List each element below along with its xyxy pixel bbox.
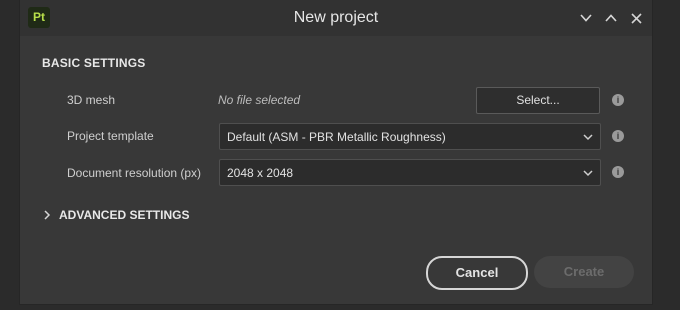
close-button[interactable] (627, 9, 645, 27)
chevron-up-icon (605, 14, 617, 22)
chevron-down-icon (583, 134, 593, 141)
info-icon[interactable]: i (612, 94, 624, 106)
select-mesh-button[interactable]: Select... (476, 87, 600, 114)
chevron-down-icon (580, 14, 592, 22)
project-template-dropdown[interactable]: Default (ASM - PBR Metallic Roughness) (219, 123, 601, 150)
template-label: Project template (67, 129, 154, 143)
cancel-button[interactable]: Cancel (426, 256, 528, 290)
new-project-dialog: Pt New project BASIC SETTINGS 3D mesh No… (20, 0, 652, 304)
info-icon[interactable]: i (612, 166, 624, 178)
project-template-value: Default (ASM - PBR Metallic Roughness) (227, 130, 446, 144)
document-resolution-value: 2048 x 2048 (227, 166, 294, 180)
basic-settings-heading: BASIC SETTINGS (42, 56, 146, 70)
advanced-settings-heading: ADVANCED SETTINGS (59, 208, 190, 222)
title-bar: Pt New project (20, 0, 652, 36)
document-resolution-dropdown[interactable]: 2048 x 2048 (219, 159, 601, 186)
mesh-file-status: No file selected (218, 93, 301, 107)
chevron-down-icon (583, 170, 593, 177)
close-icon (630, 12, 642, 24)
collapse-button[interactable] (577, 9, 595, 27)
resolution-label: Document resolution (px) (67, 166, 202, 180)
expand-button[interactable] (602, 9, 620, 27)
chevron-right-icon (44, 210, 51, 220)
mesh-label: 3D mesh (67, 93, 116, 107)
create-button[interactable]: Create (534, 256, 634, 288)
dialog-title: New project (293, 9, 379, 26)
info-icon[interactable]: i (612, 130, 624, 142)
